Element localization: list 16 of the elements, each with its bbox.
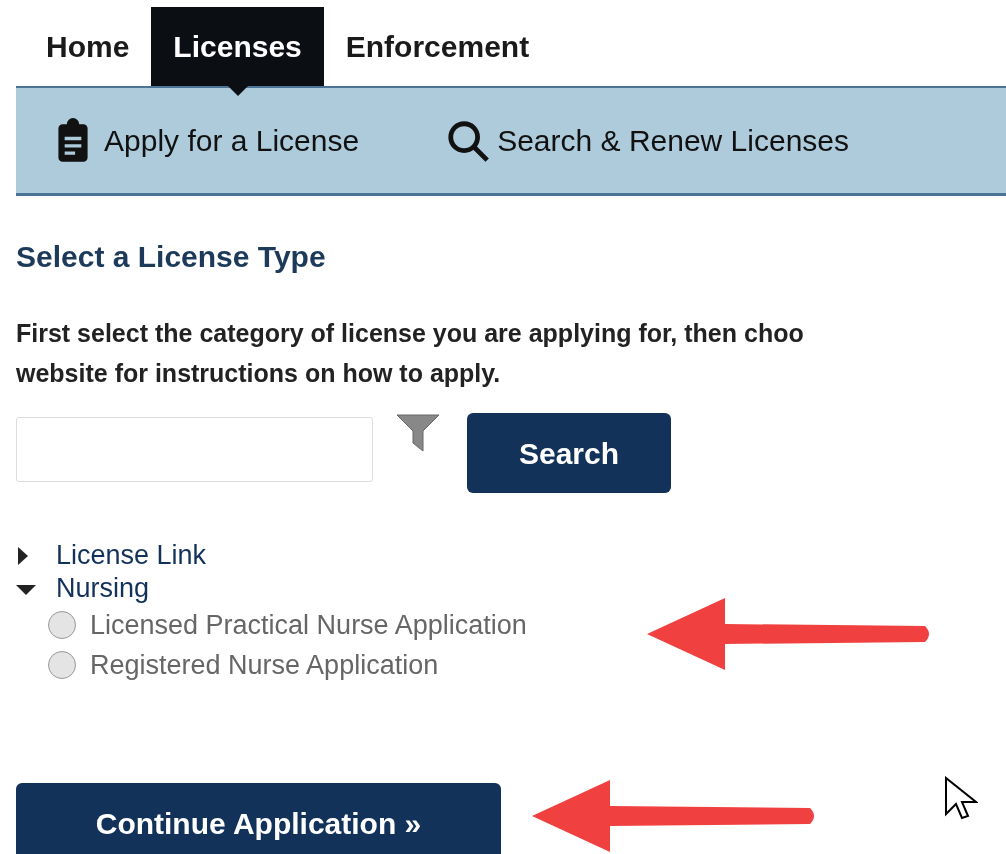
radio-button[interactable]	[48, 651, 76, 679]
search-button[interactable]: Search	[467, 413, 671, 493]
option-label: Registered Nurse Application	[90, 648, 439, 682]
nav-tab[interactable]: Home	[24, 7, 152, 86]
continue-button[interactable]: Continue Application »	[16, 783, 501, 854]
instruction-text: website for instructions on how to apply.	[16, 358, 502, 389]
option-label: Licensed Practical Nurse Application	[90, 608, 527, 642]
search-field[interactable]	[16, 417, 373, 482]
filter-icon	[395, 413, 441, 453]
cursor-icon	[944, 776, 978, 822]
radio-button[interactable]	[48, 611, 76, 639]
nav-tab[interactable]: Enforcement	[323, 7, 552, 86]
subnav-link[interactable]: Apply for a License	[48, 115, 360, 166]
subnav-link[interactable]: Search & Renew Licenses	[445, 117, 849, 164]
section-heading: Select a License Type	[16, 239, 327, 275]
instruction-text: First select the category of license you are applying for, then choo	[16, 318, 805, 349]
